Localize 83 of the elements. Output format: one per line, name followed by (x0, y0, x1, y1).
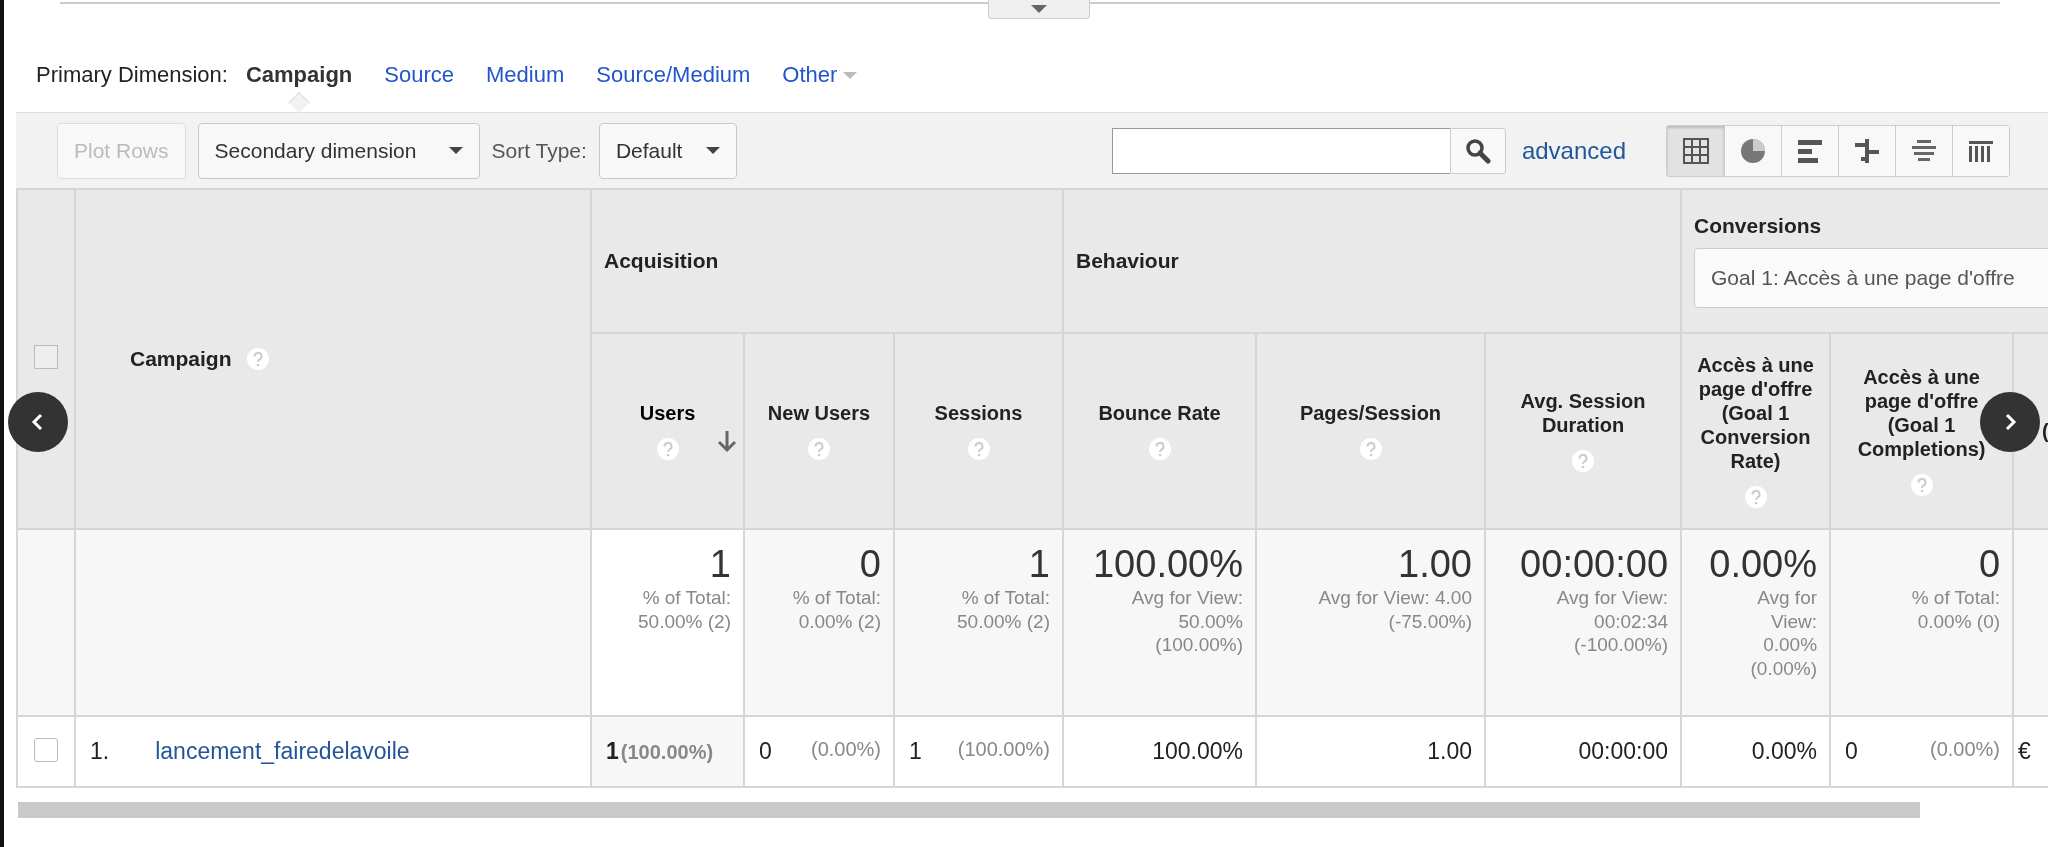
help-icon[interactable] (1358, 437, 1383, 461)
select-all-checkbox[interactable] (34, 345, 58, 369)
row-checkbox[interactable] (34, 737, 58, 762)
search-icon (1464, 137, 1491, 164)
cell-percentage: (100.00%) (620, 741, 714, 763)
total-value: 00:00:00 (1519, 544, 1669, 586)
table-cell: 1 (606, 738, 619, 764)
total-value: 0 (858, 544, 881, 586)
pivot-view-button[interactable] (1952, 125, 2009, 176)
table-cell: 00:00:00 (1578, 738, 1669, 764)
total-value: 100.00% (1092, 544, 1243, 586)
column-header[interactable]: Accès à une page d'offre (Goal 1 Completions) (1830, 333, 2014, 529)
dimension-option[interactable]: Other (782, 62, 858, 88)
dimension-option[interactable]: Medium (486, 62, 565, 88)
dimension-option[interactable]: Source/Medium (596, 62, 751, 88)
cell-percentage: (100.00%) (957, 738, 1050, 761)
help-icon[interactable] (245, 347, 270, 371)
campaign-link[interactable]: lancement_fairedelavoile (155, 738, 410, 764)
caret-icon (448, 147, 463, 154)
dimension-option[interactable]: Source (384, 62, 454, 88)
help-icon[interactable] (1571, 449, 1595, 473)
help-icon[interactable] (1909, 473, 1934, 497)
help-icon[interactable] (655, 437, 680, 461)
cell-percentage: (0.00%) (1930, 738, 2001, 761)
goal-dropdown[interactable]: Goal 1: Accès à une page d'offre (1694, 248, 2048, 308)
performance-view-button[interactable] (1781, 125, 1838, 176)
column-header[interactable]: New Users (744, 333, 894, 529)
secondary-dimension-dropdown[interactable]: Secondary dimension (197, 122, 480, 179)
table-cell: 100.00% (1152, 738, 1243, 764)
table-cell: 1.00 (1427, 738, 1472, 764)
search-button[interactable] (1449, 127, 1506, 174)
total-value: 0.00% (1708, 544, 1818, 586)
caret-icon (843, 71, 858, 79)
total-value: 1.00 (1397, 544, 1472, 586)
comparison-view-button[interactable] (1838, 125, 1895, 176)
column-header[interactable]: Avg. Session Duration (1485, 333, 1682, 529)
total-note: % of Total: 50.00% (2) (637, 585, 731, 634)
total-note: Avg for View: 50.00% (100.00%) (1130, 585, 1243, 658)
column-group-header: Behaviour (1076, 249, 1179, 272)
column-header[interactable]: Users (591, 333, 744, 529)
help-icon[interactable] (807, 437, 831, 461)
pie-chart-icon (1739, 136, 1767, 165)
total-note: % of Total: 0.00% (2) (791, 585, 881, 634)
column-header[interactable]: Sessions (894, 333, 1063, 529)
column-header[interactable]: Pages/Session (1256, 333, 1485, 529)
column-header[interactable]: Bounce Rate (1063, 333, 1256, 529)
total-value: 0 (1977, 544, 2001, 586)
table-cell: 0 (759, 738, 772, 764)
sort-type-dropdown[interactable]: Default (598, 122, 737, 179)
table-cell: 0.00% (1751, 738, 1818, 764)
total-value: 1 (708, 544, 731, 586)
caret-icon (1031, 5, 1047, 13)
collapse-tab[interactable] (988, 0, 1090, 19)
total-note: % of Total: 50.00% (2) (956, 585, 1050, 634)
table-cell: 1 (909, 738, 922, 764)
help-icon[interactable] (966, 437, 991, 461)
caret-icon (706, 147, 720, 154)
column-header[interactable]: Campaign (130, 347, 232, 371)
column-group-header: Conversions (1694, 214, 1822, 237)
total-note: Avg for View: 0.00% (0.00%) (1749, 585, 1818, 681)
help-icon[interactable] (1743, 485, 1768, 509)
table-view-button[interactable] (1667, 125, 1724, 176)
pie-view-button[interactable] (1724, 125, 1781, 176)
column-group-header: Acquisition (604, 249, 719, 272)
row-number: 1. (90, 738, 110, 764)
grid-icon (1681, 136, 1710, 165)
primary-dimension-label: Primary Dimension: (36, 62, 228, 88)
table-cell: € (2018, 738, 2031, 764)
table-cell: 0 (1845, 738, 1858, 764)
horizontal-scrollbar[interactable] (18, 802, 1920, 818)
total-note: Avg for View: 4.00 (-75.00%) (1317, 585, 1472, 634)
column-header[interactable]: Accès à une page d'offre (Goal 1 Conversion Rate) (1681, 333, 1831, 529)
total-note: % of Total: 0.00% (0) (1910, 585, 2001, 634)
total-value: 1 (1027, 544, 1050, 586)
comparison-icon (1853, 136, 1881, 165)
total-note: Avg for View: 00:02:34 (-100.00%) (1555, 585, 1669, 658)
cell-percentage: (0.00%) (810, 738, 881, 761)
sort-type-label: Sort Type: (491, 138, 587, 163)
help-icon[interactable] (1147, 437, 1172, 461)
term-cloud-view-button[interactable] (1895, 125, 1952, 176)
down-arrow-icon[interactable] (717, 429, 737, 453)
search-field[interactable] (1111, 127, 1450, 174)
advanced-link[interactable]: advanced (1521, 136, 1626, 165)
